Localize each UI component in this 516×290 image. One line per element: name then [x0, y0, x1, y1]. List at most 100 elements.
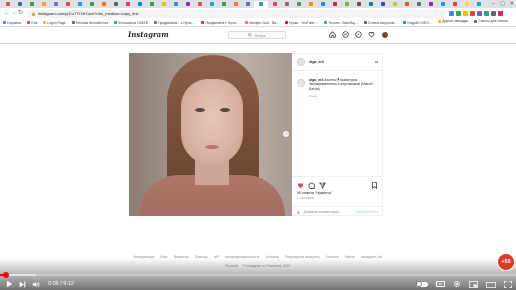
browser-tab[interactable]: [353, 1, 364, 8]
browser-tab[interactable]: [269, 1, 280, 8]
browser-tab[interactable]: [62, 1, 73, 8]
bookmark-item[interactable]: Список для чтения: [474, 19, 508, 23]
browser-tab[interactable]: [74, 1, 85, 8]
browser-tab[interactable]: [206, 1, 217, 8]
instagram-logo[interactable]: Instagram: [128, 30, 169, 39]
extension-icon[interactable]: [484, 11, 489, 16]
browser-tab[interactable]: [14, 1, 25, 8]
browser-tab[interactable]: [317, 1, 328, 8]
likes-count[interactable]: 55 отметок "Нравится": [297, 191, 378, 195]
browser-tab[interactable]: [389, 1, 400, 8]
browser-tab[interactable]: [293, 1, 304, 8]
settings-gear-icon[interactable]: [453, 275, 461, 290]
subtitles-icon[interactable]: cc: [436, 281, 445, 287]
post-photo[interactable]: [129, 53, 292, 216]
browser-tab[interactable]: [194, 1, 205, 8]
messenger-icon[interactable]: [342, 31, 349, 38]
avatar[interactable]: [297, 58, 305, 66]
home-icon[interactable]: [329, 31, 336, 38]
browser-tab[interactable]: [341, 1, 352, 8]
browser-tab[interactable]: [26, 1, 37, 8]
more-options-icon[interactable]: •••: [375, 59, 379, 64]
extension-icon[interactable]: [470, 11, 475, 16]
browser-tab[interactable]: [230, 1, 241, 8]
caption-username[interactable]: olga_er3: [309, 78, 323, 82]
bookmark-item[interactable]: Продвигаем с Нуля...: [201, 21, 239, 25]
browser-tab[interactable]: [329, 1, 340, 8]
bookmark-item[interactable]: Фотошкола САКУЕ: [114, 21, 148, 25]
forward-icon[interactable]: →: [10, 8, 17, 19]
browser-tab[interactable]: [281, 1, 292, 8]
browser-tab[interactable]: [461, 1, 472, 8]
bookmark-item[interactable]: Logon Page: [43, 21, 66, 25]
browser-tab[interactable]: [242, 1, 253, 8]
browser-tab[interactable]: [98, 1, 109, 8]
bookmark-item[interactable]: Статьи запросов...: [363, 21, 397, 25]
browser-tab[interactable]: [134, 1, 145, 8]
browser-tab[interactable]: [254, 0, 268, 8]
bookmark-item[interactable]: Gmi: [27, 21, 37, 25]
browser-tab[interactable]: [377, 1, 388, 8]
progress-bar[interactable]: [0, 272, 516, 278]
bookmark-item[interactable]: Техника Monosenses: [71, 21, 108, 25]
maximize-icon[interactable]: ▢: [500, 0, 505, 8]
close-icon[interactable]: ✕: [510, 0, 514, 8]
avatar[interactable]: [297, 79, 305, 87]
browser-tab[interactable]: [182, 1, 193, 8]
address-bar[interactable]: 🔒 instagram.com/p/CU7TtYA7cbr/?utm_mediu…: [27, 9, 445, 18]
bookmark-item[interactable]: Сервисы: [3, 21, 21, 25]
favicon-icon: [197, 2, 202, 6]
comment-input[interactable]: Добавьте комментарий...: [304, 210, 356, 214]
profile-avatar[interactable]: [381, 31, 388, 38]
extension-icon[interactable]: [463, 11, 468, 16]
browser-tab[interactable]: [2, 1, 13, 8]
heart-icon[interactable]: [368, 31, 375, 38]
bookmark-item[interactable]: Угадай! г.GEO...: [402, 21, 432, 25]
new-post-icon[interactable]: [355, 31, 362, 38]
next-video-icon[interactable]: [19, 278, 26, 290]
bookmark-item[interactable]: Тестим - Всеобщ...: [324, 21, 358, 25]
browser-tab[interactable]: [38, 1, 49, 8]
volume-icon[interactable]: [32, 278, 40, 290]
search-input[interactable]: Поиск: [228, 31, 286, 39]
back-icon[interactable]: ←: [3, 8, 10, 19]
bookmark-item[interactable]: Продвигаем... с Нуля ...: [154, 21, 195, 25]
extension-icon[interactable]: [477, 11, 482, 16]
post-username[interactable]: olga_er3: [309, 60, 324, 64]
extension-icon[interactable]: [456, 11, 461, 16]
publish-button[interactable]: Опубликовать: [355, 210, 379, 214]
browser-tab[interactable]: [122, 1, 133, 8]
miniplayer-icon[interactable]: [469, 275, 478, 290]
browser-tab[interactable]: [425, 1, 436, 8]
theater-mode-icon[interactable]: [486, 275, 496, 290]
emoji-icon[interactable]: ☺: [296, 210, 301, 215]
browser-tab[interactable]: [170, 1, 181, 8]
extension-icon[interactable]: [498, 11, 503, 16]
minimize-icon[interactable]: –: [492, 0, 495, 8]
browser-tab[interactable]: [110, 1, 121, 8]
browser-tab[interactable]: [401, 1, 412, 8]
browser-tab[interactable]: [365, 1, 376, 8]
extension-icon[interactable]: [491, 11, 496, 16]
browser-tab[interactable]: [437, 1, 448, 8]
browser-tab[interactable]: [50, 1, 61, 8]
browser-tab[interactable]: [146, 1, 157, 8]
extension-icon[interactable]: [449, 11, 454, 16]
bookmark-item[interactable]: Уроки - YouTube ...: [284, 21, 318, 25]
play-icon[interactable]: [6, 278, 13, 290]
bookmark-icon[interactable]: [371, 176, 378, 194]
browser-tab[interactable]: [473, 1, 484, 8]
reload-icon[interactable]: ↻: [17, 8, 24, 19]
next-photo-chevron-icon[interactable]: ›: [283, 131, 289, 137]
bookmark-item[interactable]: Другие закладки: [438, 19, 468, 23]
browser-tab[interactable]: [218, 1, 229, 8]
fullscreen-icon[interactable]: [504, 275, 512, 290]
browser-tab[interactable]: [413, 1, 424, 8]
browser-tab[interactable]: [158, 1, 169, 8]
browser-tab[interactable]: [305, 1, 316, 8]
bookmark-item[interactable]: Lifestyle Club - Ва...: [244, 21, 279, 25]
plus-badge[interactable]: +50: [497, 253, 515, 271]
browser-tab[interactable]: [449, 1, 460, 8]
browser-tab[interactable]: [86, 1, 97, 8]
autoplay-toggle[interactable]: [416, 281, 428, 287]
